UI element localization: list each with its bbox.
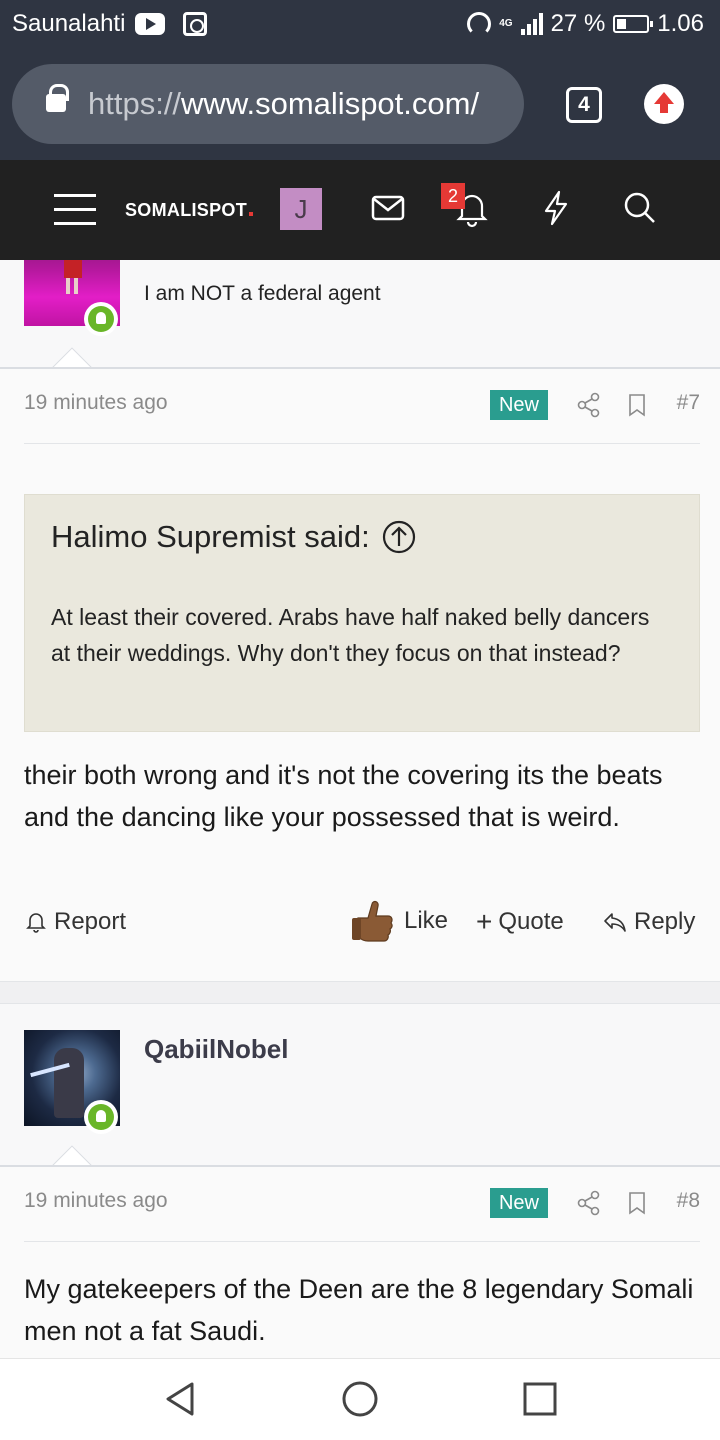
reply-button[interactable]: Reply	[602, 908, 695, 936]
whats-new-bolt-icon[interactable]	[534, 186, 578, 230]
thumbs-up-icon	[352, 900, 393, 942]
new-badge: New	[490, 390, 548, 420]
bell-icon	[26, 913, 46, 933]
update-icon[interactable]	[644, 84, 684, 124]
carrier-name: Saunalahti	[12, 10, 126, 37]
post-time[interactable]: 19 minutes ago	[24, 391, 168, 415]
username-link[interactable]: QabiilNobel	[144, 1034, 288, 1065]
online-status-icon	[84, 1100, 118, 1134]
post-meta: 19 minutes ago New #7	[24, 368, 700, 444]
site-header: SOMALISPOT	[0, 160, 720, 260]
thread-content: I am NOT a federal agent 19 minutes ago …	[0, 260, 720, 1358]
post-actions: Report Like + Quote Reply	[24, 896, 700, 960]
plus-icon: +	[476, 906, 493, 937]
bookmark-icon[interactable]	[624, 392, 650, 418]
reply-arrow-icon	[604, 913, 626, 932]
speech-arrow	[50, 1144, 94, 1166]
battery-percent: 27 %	[550, 10, 606, 37]
post-number-link[interactable]: #7	[677, 391, 700, 415]
menu-icon[interactable]	[54, 194, 96, 226]
post-number-link[interactable]: #8	[677, 1189, 700, 1213]
speech-arrow	[50, 346, 94, 368]
url-text: https://www.somalispot.com/	[88, 86, 480, 121]
quote-block: Halimo Supremist said: At least their co…	[24, 494, 700, 732]
alerts-count-badge: 2	[441, 183, 465, 209]
arrow-up-circle-icon[interactable]	[382, 520, 416, 554]
hotspot-icon	[467, 12, 492, 36]
browser-toolbar: https://www.somalispot.com/ 4	[0, 50, 720, 160]
report-button[interactable]: Report	[24, 908, 126, 936]
signal-icon	[520, 13, 543, 35]
quote-text: At least their covered. Arabs have half …	[51, 604, 650, 666]
post-separator	[0, 981, 720, 1004]
user-avatar-button[interactable]: J	[280, 188, 322, 230]
share-icon[interactable]	[576, 1190, 602, 1216]
screen-record-icon	[183, 12, 208, 36]
bookmark-icon[interactable]	[624, 1190, 650, 1216]
recents-icon[interactable]	[520, 1379, 560, 1419]
post-time[interactable]: 19 minutes ago	[24, 1189, 168, 1213]
post-body: their both wrong and it's not the coveri…	[24, 760, 663, 832]
quote-author[interactable]: Halimo Supremist said:	[51, 519, 416, 555]
site-logo[interactable]: SOMALISPOT	[125, 200, 254, 221]
post-user-info: I am NOT a federal agent	[0, 260, 720, 368]
user-title: I am NOT a federal agent	[144, 282, 381, 305]
share-icon[interactable]	[576, 392, 602, 418]
clock: 1.06	[657, 10, 704, 37]
post-user-info: QabiilNobel	[0, 1004, 720, 1166]
system-navigation-bar	[0, 1358, 720, 1440]
like-button[interactable]: Like	[348, 896, 448, 946]
lock-icon	[46, 84, 69, 112]
search-icon[interactable]	[618, 186, 662, 230]
home-icon[interactable]	[340, 1379, 380, 1419]
online-status-icon	[84, 302, 118, 336]
post-body: My gatekeepers of the Deen are the 8 leg…	[24, 1274, 694, 1346]
new-badge: New	[490, 1188, 548, 1218]
post-meta: 19 minutes ago New #8	[24, 1166, 700, 1242]
status-bar: Saunalahti 4G 27 % 1.06	[0, 0, 720, 50]
youtube-notification-icon	[135, 13, 166, 35]
tab-switcher-button[interactable]: 4	[566, 87, 602, 123]
address-bar[interactable]: https://www.somalispot.com/	[12, 64, 524, 144]
quote-button[interactable]: + Quote	[476, 908, 564, 936]
inbox-icon[interactable]	[366, 186, 410, 230]
back-icon[interactable]	[160, 1379, 200, 1419]
battery-icon	[613, 15, 654, 33]
network-type: 4G	[499, 18, 513, 29]
